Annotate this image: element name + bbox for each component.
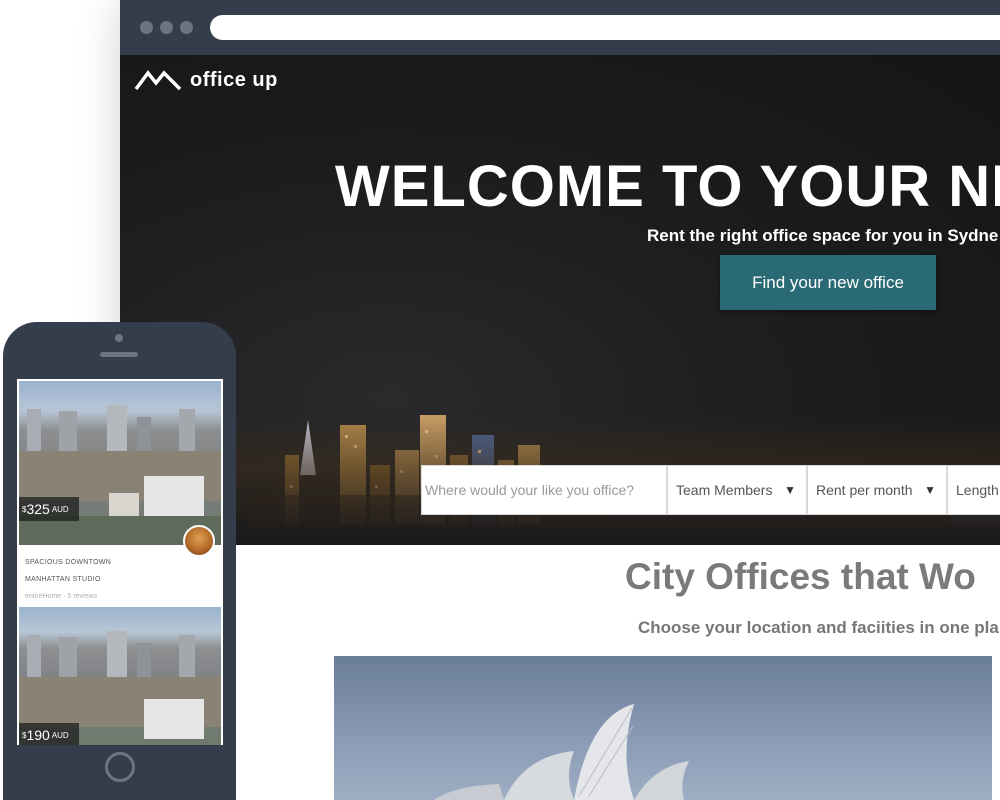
- hero-section: office up WELCOME TO YOUR NE Rent the ri…: [120, 55, 1000, 545]
- currency-code: AUD: [51, 504, 69, 514]
- location-search-input[interactable]: Where would your like you office?: [421, 465, 667, 515]
- length-select[interactable]: Length: [947, 465, 1000, 515]
- listing-title-line1[interactable]: SPACIOUS DOWNTOWN: [25, 559, 111, 566]
- browser-toolbar: [120, 0, 1000, 55]
- section-title: City Offices that Wo: [625, 556, 976, 597]
- hero-subtitle: Rent the right office space for you in S…: [647, 226, 999, 245]
- listing-meta: entireHome · 5 reviews: [25, 593, 97, 600]
- find-office-button[interactable]: Find your new office: [720, 255, 936, 310]
- price-value: 325: [26, 501, 50, 517]
- price-badge: $325 AUD: [19, 497, 79, 521]
- chevron-down-icon: ▼: [784, 483, 796, 497]
- window-dot-icon[interactable]: [160, 21, 173, 34]
- team-members-select[interactable]: Team Members ▼: [667, 465, 807, 515]
- mountain-logo-icon: [134, 70, 182, 91]
- home-button[interactable]: [105, 752, 135, 782]
- currency-code: AUD: [51, 730, 69, 740]
- listing-title-line2[interactable]: MANHATTAN STUDIO: [25, 576, 101, 583]
- price-badge: $190 AUD: [19, 723, 79, 745]
- phone-screen: $325 AUD SPACIOUS DOWNTOWN MANHATTAN STUD…: [17, 379, 223, 745]
- rent-per-month-label: Rent per month: [816, 482, 913, 498]
- section-subtitle: Choose your location and faciities in on…: [638, 618, 999, 637]
- logo[interactable]: office up: [134, 65, 278, 95]
- host-avatar[interactable]: [183, 525, 215, 557]
- browser-window: office up WELCOME TO YOUR NE Rent the ri…: [120, 0, 1000, 800]
- price-value: 190: [26, 727, 50, 743]
- opera-house-image: [334, 656, 992, 800]
- window-dot-icon[interactable]: [180, 21, 193, 34]
- address-bar[interactable]: [210, 15, 1000, 40]
- window-dot-icon[interactable]: [140, 21, 153, 34]
- camera-icon: [115, 334, 123, 342]
- speaker-icon: [100, 352, 138, 357]
- chevron-down-icon: ▼: [924, 483, 936, 497]
- phone-mockup: $325 AUD SPACIOUS DOWNTOWN MANHATTAN STUD…: [3, 322, 236, 800]
- length-label: Length: [956, 482, 999, 498]
- team-members-label: Team Members: [676, 482, 773, 498]
- opera-house-shells: [434, 704, 689, 800]
- rent-per-month-select[interactable]: Rent per month ▼: [807, 465, 947, 515]
- hero-title: WELCOME TO YOUR NE: [335, 154, 1000, 219]
- brand-name: office up: [190, 68, 278, 91]
